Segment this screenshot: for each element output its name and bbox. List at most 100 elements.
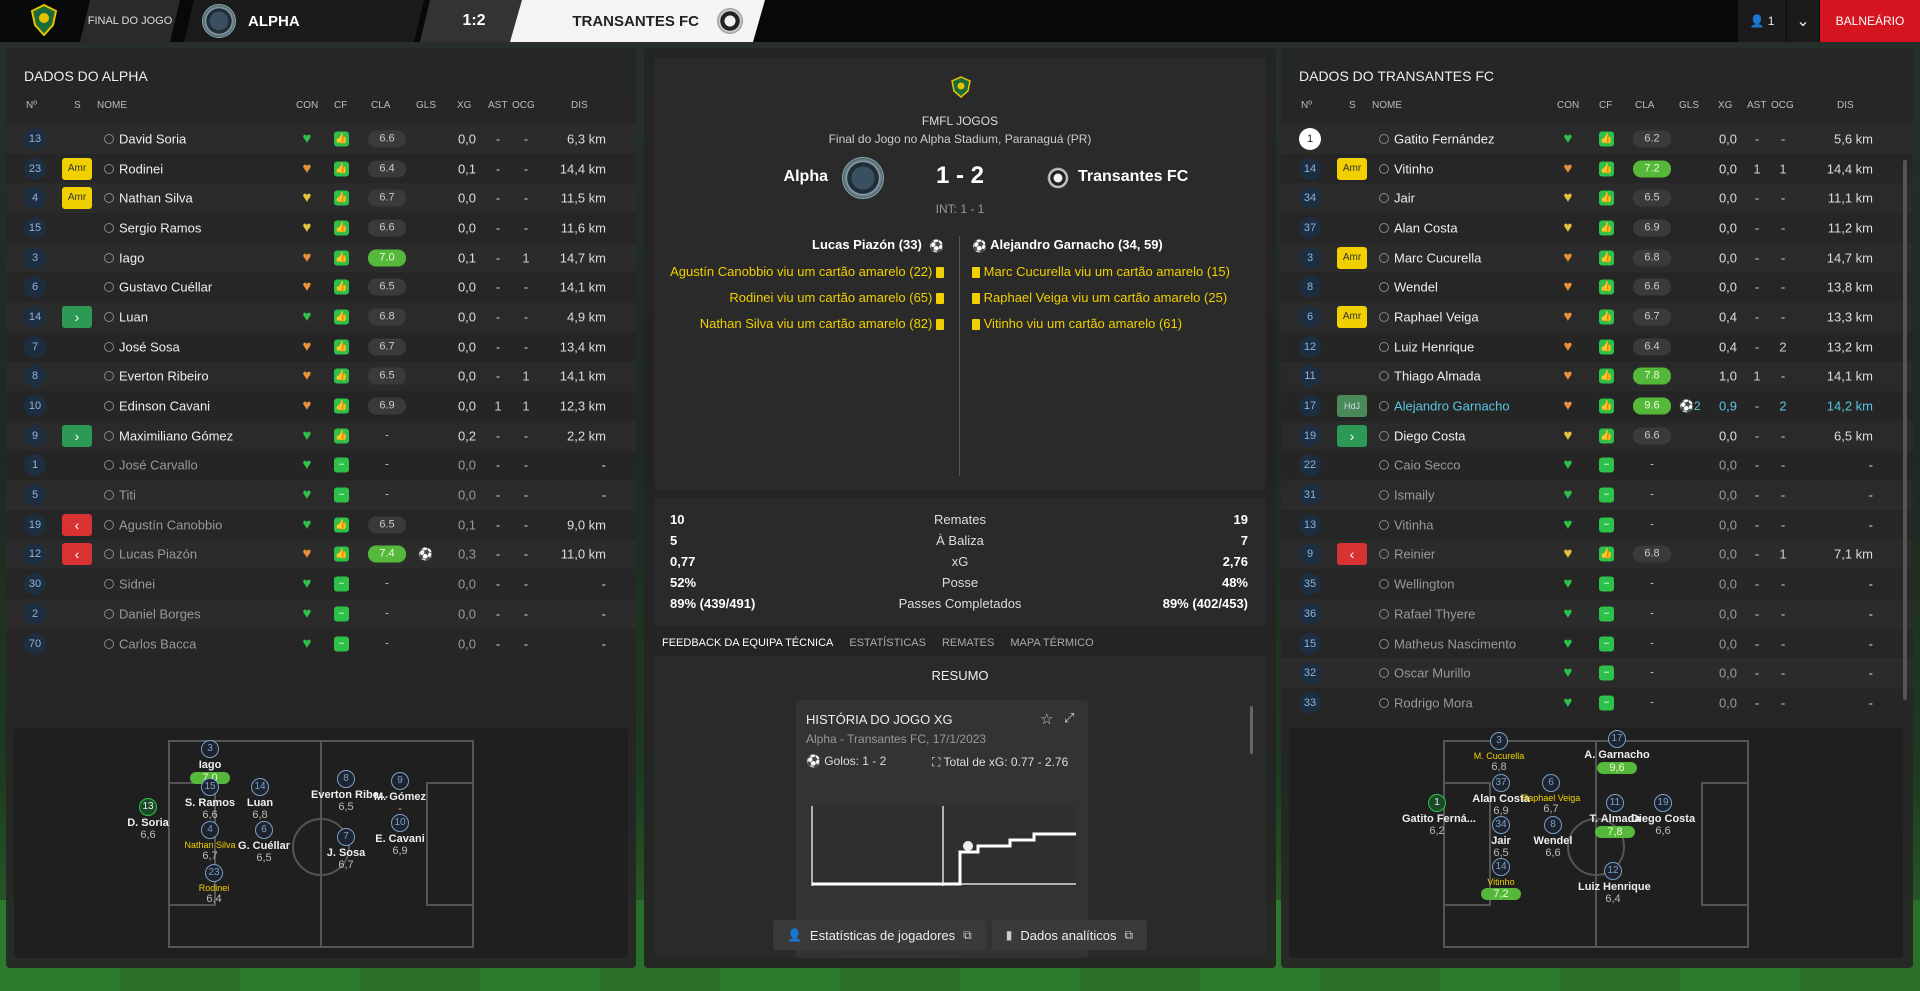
- table-row[interactable]: 15 Sergio Ramos ♥ 👍 6.6 0,0 - - 11,6 km: [6, 213, 636, 243]
- pitch-player[interactable]: 3 M. Cucurella 6,8: [1464, 732, 1534, 773]
- player-name[interactable]: Wellington: [1394, 577, 1454, 592]
- table-row[interactable]: 37 Alan Costa ♥ 👍 6.9 0,0- -11,2 km: [1281, 213, 1913, 243]
- player-name[interactable]: Oscar Murillo: [1394, 666, 1471, 681]
- table-row[interactable]: 9 ‹ Reinier ♥ 👍 6.8 0,0- 1 7,1 km: [1281, 540, 1913, 570]
- table-row[interactable]: 32 Oscar Murillo ♥ − -0,0- - -: [1281, 658, 1913, 688]
- player-name[interactable]: José Sosa: [119, 339, 180, 354]
- tab-remates[interactable]: REMATES: [934, 634, 1002, 656]
- table-row[interactable]: 12 Luiz Henrique ♥ 👍 6.4 0,4- 2 13,2 km: [1281, 332, 1913, 362]
- player-name[interactable]: José Carvallo: [119, 458, 198, 473]
- away-team-banner[interactable]: TRANSANTES FC: [510, 0, 765, 42]
- player-name[interactable]: Sidnei: [119, 577, 155, 592]
- table-row[interactable]: 6 Gustavo Cuéllar ♥ 👍 6.5 0,0 - - 14,1 km: [6, 272, 636, 302]
- pitch-player[interactable]: 6 G. Cuéllar 6,5: [229, 821, 299, 864]
- table-row[interactable]: 3 Iago ♥ 👍 7.0 0,1 - 1 14,7 km: [6, 243, 636, 273]
- pitch-player[interactable]: 8 Wendel 6,6: [1518, 816, 1588, 859]
- player-name[interactable]: Jair: [1394, 191, 1415, 206]
- player-name[interactable]: Ismaily: [1394, 488, 1434, 503]
- table-row[interactable]: 17 HdJ Alejandro Garnacho ♥ 👍 9.6 ⚽2 0,9- 2 14,2 …: [1281, 391, 1913, 421]
- pitch-player[interactable]: 10 E. Cavani 6,9: [365, 814, 435, 857]
- table-row[interactable]: 14 Amr Vitinho ♥ 👍 7.2 0,0 1 1 14,4 km: [1281, 154, 1913, 184]
- table-row[interactable]: 13 Vitinha ♥ − -0,0- - -: [1281, 510, 1913, 540]
- table-row[interactable]: 35 Wellington ♥ − -0,0- - -: [1281, 569, 1913, 599]
- home-team-banner[interactable]: ALPHA: [184, 0, 424, 42]
- table-row[interactable]: 30 Sidnei ♥ − - 0,0 - - -: [6, 569, 636, 599]
- table-row[interactable]: 13 David Soria ♥ 👍 6.6 0,0 - - 6,3 km: [6, 124, 636, 154]
- tab-feedback[interactable]: FEEDBACK DA EQUIPA TÉCNICA: [654, 634, 841, 656]
- tab-mapa-termico[interactable]: MAPA TÉRMICO: [1002, 634, 1101, 656]
- expand-icon[interactable]: ⤢: [1064, 710, 1074, 726]
- pitch-player[interactable]: 14 Luan 6,8: [225, 778, 295, 821]
- pitch-player[interactable]: 9 M. Gómez -: [365, 772, 435, 815]
- table-row[interactable]: 19 ‹ Agustín Canobbio ♥ 👍 6.5 0,1 - - 9,0 km: [6, 510, 636, 540]
- player-name[interactable]: Gatito Fernández: [1394, 131, 1494, 146]
- table-row[interactable]: 34 Jair ♥ 👍 6.5 0,0- -11,1 km: [1281, 183, 1913, 213]
- table-row[interactable]: 1 José Carvallo ♥ − - 0,0 - - -: [6, 451, 636, 481]
- table-row[interactable]: 8 Wendel ♥ 👍 6.6 0,0- -13,8 km: [1281, 272, 1913, 302]
- table-row[interactable]: 9 › Maximiliano Gómez ♥ 👍 - 0,2 - - 2,2 km: [6, 421, 636, 451]
- player-name[interactable]: Agustín Canobbio: [119, 517, 222, 532]
- player-name[interactable]: Raphael Veiga: [1394, 309, 1479, 324]
- player-name[interactable]: Marc Cucurella: [1394, 250, 1481, 265]
- player-name[interactable]: Maximiliano Gómez: [119, 428, 233, 443]
- pitch-player[interactable]: 14 Vitinho 7,2: [1466, 858, 1536, 900]
- chevron-down-icon[interactable]: ⌄: [1787, 0, 1819, 42]
- player-name[interactable]: Rodrigo Mora: [1394, 695, 1473, 710]
- scrollbar[interactable]: [1250, 706, 1253, 754]
- player-name[interactable]: Luan: [119, 309, 148, 324]
- player-name[interactable]: Sergio Ramos: [119, 220, 201, 235]
- pitch-player[interactable]: 12 Luiz Henrique 6,4: [1578, 862, 1651, 905]
- player-name[interactable]: Lucas Piazón: [119, 547, 197, 562]
- player-name[interactable]: Iago: [119, 250, 144, 265]
- table-row[interactable]: 23 Amr Rodinei ♥ 👍 6.4 0,1 - - 14,4 km: [6, 154, 636, 184]
- table-row[interactable]: 11 Thiago Almada ♥ 👍 7.8 1,0 1 - 14,1 km: [1281, 362, 1913, 392]
- user-count-button[interactable]: 👤 1: [1738, 0, 1786, 42]
- table-row[interactable]: 6 Amr Raphael Veiga ♥ 👍 6.7 0,4- -13,3 km: [1281, 302, 1913, 332]
- table-row[interactable]: 31 Ismaily ♥ − -0,0- - -: [1281, 480, 1913, 510]
- player-name[interactable]: Rodinei: [119, 161, 163, 176]
- player-name[interactable]: Everton Ribeiro: [119, 369, 209, 384]
- table-row[interactable]: 70 Carlos Bacca ♥ − - 0,0 - - -: [6, 629, 636, 659]
- player-stats-button[interactable]: 👤 Estatísticas de jogadores ⧉: [772, 920, 986, 950]
- player-name[interactable]: Nathan Silva: [119, 191, 193, 206]
- player-name[interactable]: Matheus Nascimento: [1394, 636, 1516, 651]
- player-name[interactable]: Alejandro Garnacho: [1394, 399, 1510, 414]
- table-row[interactable]: 12 ‹ Lucas Piazón ♥ 👍 7.4 ⚽ 0,3 - - 11,0 km: [6, 540, 636, 570]
- table-row[interactable]: 33 Rodrigo Mora ♥ − -0,0- - -: [1281, 688, 1913, 718]
- table-row[interactable]: 14 › Luan ♥ 👍 6.8 0,0 - - 4,9 km: [6, 302, 636, 332]
- table-row[interactable]: 1 Gatito Fernández ♥ 👍 6.2 0,0- -5,6 km: [1281, 124, 1913, 154]
- table-row[interactable]: 10 Edinson Cavani ♥ 👍 6.9 0,0 1 1 12,3 km: [6, 391, 636, 421]
- pitch-player[interactable]: 1 Gatito Ferná... 6,2: [1402, 794, 1476, 837]
- player-name[interactable]: Rafael Thyere: [1394, 606, 1475, 621]
- player-name[interactable]: Daniel Borges: [119, 606, 201, 621]
- table-row[interactable]: 8 Everton Ribeiro ♥ 👍 6.5 0,0 - 1 14,1 km: [6, 362, 636, 392]
- player-name[interactable]: Gustavo Cuéllar: [119, 280, 212, 295]
- player-name[interactable]: Vitinha: [1394, 517, 1434, 532]
- pitch-player[interactable]: 17 A. Garnacho 9,6: [1582, 730, 1652, 774]
- scrollbar[interactable]: [1903, 160, 1907, 700]
- table-row[interactable]: 36 Rafael Thyere ♥ − -0,0- - -: [1281, 599, 1913, 629]
- player-name[interactable]: Carlos Bacca: [119, 636, 196, 651]
- player-name[interactable]: Reinier: [1394, 547, 1435, 562]
- table-row[interactable]: 22 Caio Secco ♥ − -0,0- - -: [1281, 451, 1913, 481]
- player-name[interactable]: Edinson Cavani: [119, 399, 210, 414]
- pitch-player[interactable]: 19 Diego Costa 6,6: [1628, 794, 1698, 837]
- player-name[interactable]: Alan Costa: [1394, 220, 1458, 235]
- player-name[interactable]: David Soria: [119, 131, 186, 146]
- player-name[interactable]: Titi: [119, 488, 136, 503]
- table-row[interactable]: 19 › Diego Costa ♥ 👍 6.6 0,0- -6,5 km: [1281, 421, 1913, 451]
- table-row[interactable]: 2 Daniel Borges ♥ − - 0,0 - - -: [6, 599, 636, 629]
- table-row[interactable]: 7 José Sosa ♥ 👍 6.7 0,0 - - 13,4 km: [6, 332, 636, 362]
- table-row[interactable]: 4 Amr Nathan Silva ♥ 👍 6.7 0,0 - - 11,5 km: [6, 183, 636, 213]
- player-name[interactable]: Wendel: [1394, 280, 1438, 295]
- star-icon[interactable]: ☆: [1040, 710, 1053, 728]
- player-name[interactable]: Caio Secco: [1394, 458, 1460, 473]
- player-name[interactable]: Diego Costa: [1394, 428, 1466, 443]
- player-name[interactable]: Luiz Henrique: [1394, 339, 1474, 354]
- player-name[interactable]: Vitinho: [1394, 161, 1434, 176]
- table-row[interactable]: 3 Amr Marc Cucurella ♥ 👍 6.8 0,0- -14,7 km: [1281, 243, 1913, 273]
- pitch-player[interactable]: 23 Rodinei 6,4: [179, 864, 249, 905]
- player-name[interactable]: Thiago Almada: [1394, 369, 1481, 384]
- balneario-button[interactable]: BALNEÁRIO: [1820, 0, 1920, 42]
- tab-estatisticas[interactable]: ESTATÍSTICAS: [841, 634, 934, 656]
